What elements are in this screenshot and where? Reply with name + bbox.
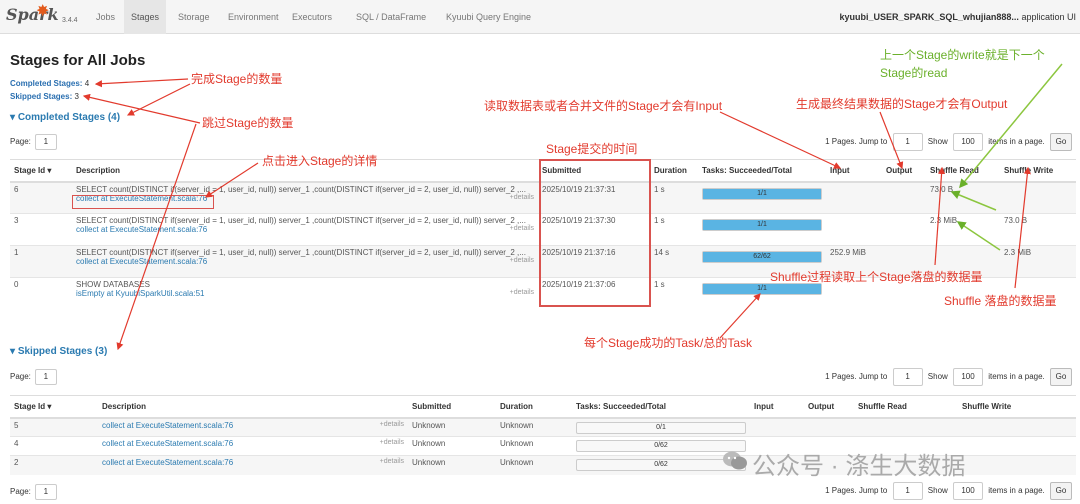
annotation-stage-details: 点击进入Stage的详情 <box>262 154 378 168</box>
wechat-icon <box>723 451 747 470</box>
annotation-shuffle-write: Shuffle 落盘的数据量 <box>944 294 1057 308</box>
annotation-shuffle-read: Shuffle过程读取上个Stage落盘的数据量 <box>770 270 983 284</box>
annotation-skipped-count: 跳过Stage的数量 <box>202 116 294 130</box>
annotation-write-read-line2: Stage的read <box>880 66 948 80</box>
watermark: 公众号 · 涤生大数据 <box>752 453 966 480</box>
annotation-task-note: 每个Stage成功的Task/总的Task <box>584 336 753 350</box>
annotation-write-read-line1: 上一个Stage的write就是下一个 <box>880 48 1045 62</box>
annotation-input-note: 读取数据表或者合并文件的Stage才会有Input <box>484 99 723 113</box>
annotation-output-note: 生成最终结果数据的Stage才会有Output <box>796 97 1008 111</box>
annotation-completed-count: 完成Stage的数量 <box>191 72 283 86</box>
annotation-submit-time: Stage提交的时间 <box>546 142 638 156</box>
